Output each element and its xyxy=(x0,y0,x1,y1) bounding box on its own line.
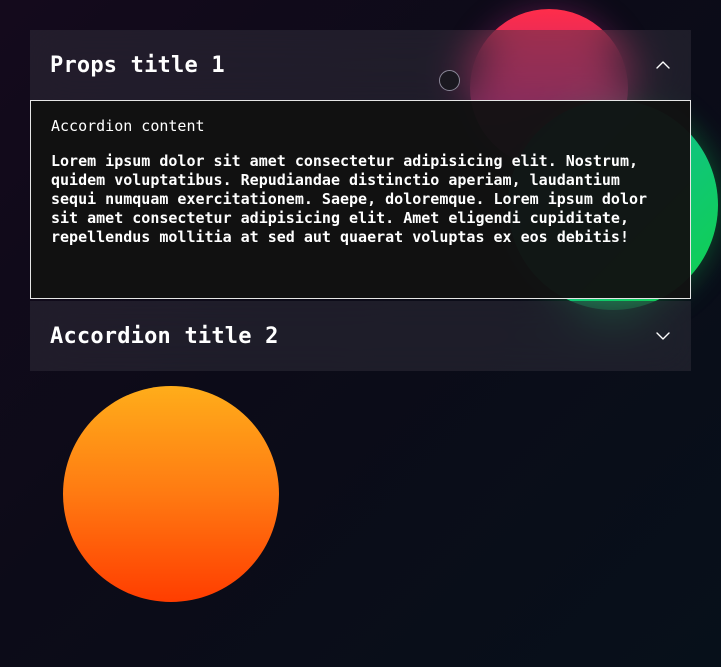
accordion: Props title 1 Accordion content Lorem ip… xyxy=(30,30,691,371)
radio-indicator[interactable] xyxy=(439,70,460,91)
chevron-up-icon[interactable] xyxy=(655,57,671,73)
accordion-header-1[interactable]: Props title 1 xyxy=(30,30,691,100)
accordion-item-1: Props title 1 Accordion content Lorem ip… xyxy=(30,30,691,299)
chevron-down-icon[interactable] xyxy=(655,328,671,344)
accordion-content-body: Lorem ipsum dolor sit amet consectetur a… xyxy=(51,152,648,246)
accordion-content-heading: Accordion content xyxy=(51,117,205,135)
accordion-item-2: Accordion title 2 xyxy=(30,301,691,371)
accordion-header-2[interactable]: Accordion title 2 xyxy=(30,301,691,371)
accordion-panel-1: Accordion content Lorem ipsum dolor sit … xyxy=(30,100,691,299)
accordion-title-2: Accordion title 2 xyxy=(50,323,279,349)
accordion-title-1: Props title 1 xyxy=(50,52,225,78)
orange-decorative-circle xyxy=(63,386,279,602)
